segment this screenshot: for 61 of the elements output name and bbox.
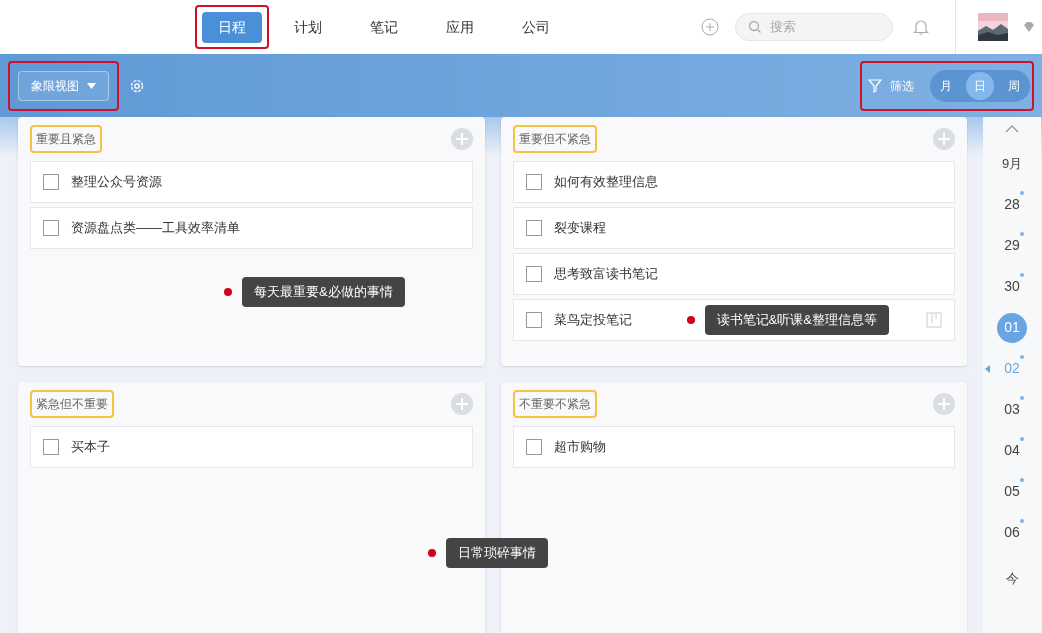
date-item[interactable]: 04: [997, 435, 1027, 466]
task-row[interactable]: 裂变课程: [512, 207, 955, 249]
search-icon: [748, 20, 762, 34]
task-row[interactable]: 整理公众号资源: [30, 161, 473, 203]
task-text: 超市购物: [553, 438, 606, 457]
date-item[interactable]: 30: [997, 271, 1027, 302]
date-item[interactable]: 05: [997, 476, 1027, 507]
task-row[interactable]: 如何有效整理信息: [512, 161, 955, 203]
task-text: 菜鸟定投笔记: [553, 311, 632, 330]
diamond-icon[interactable]: [1024, 22, 1034, 32]
nav-tab[interactable]: 笔记: [354, 11, 414, 43]
add-icon[interactable]: [701, 18, 719, 36]
caret-icon: [87, 83, 96, 89]
annotation-note: 日常琐碎事情: [446, 538, 548, 568]
task-row[interactable]: 买本子: [30, 426, 473, 468]
task-text: 买本子: [71, 438, 110, 457]
checkbox[interactable]: [43, 220, 59, 236]
nav-tab[interactable]: 应用: [430, 11, 490, 43]
checkbox[interactable]: [43, 174, 59, 190]
quadrant-title: 重要且紧急: [30, 125, 102, 153]
quadrant-title: 不重要不紧急: [512, 390, 597, 418]
add-icon[interactable]: [450, 393, 473, 415]
settings-icon[interactable]: [129, 78, 145, 94]
chevron-up-icon[interactable]: [1005, 125, 1019, 133]
task-row[interactable]: 超市购物: [512, 426, 955, 468]
note-marker: [224, 287, 232, 296]
task-text: 裂变课程: [553, 219, 606, 238]
checkbox[interactable]: [525, 312, 542, 328]
nav-tab[interactable]: 公司: [506, 11, 566, 43]
task-row[interactable]: 资源盘点类——工具效率清单: [30, 207, 473, 249]
board-icon[interactable]: [926, 312, 942, 328]
annotation-note: 读书笔记&听课&整理信息等: [704, 305, 889, 335]
add-icon[interactable]: [933, 128, 955, 150]
checkbox[interactable]: [525, 174, 542, 190]
date-item[interactable]: 今: [997, 558, 1027, 589]
quadrant-title: 紧急但不重要: [30, 390, 114, 418]
quadrant-title: 重要但不紧急: [512, 125, 597, 153]
nav-tab[interactable]: 计划: [278, 11, 338, 43]
date-item[interactable]: 9月: [997, 148, 1027, 179]
add-icon[interactable]: [450, 128, 473, 150]
task-text: 整理公众号资源: [71, 173, 162, 192]
checkbox[interactable]: [43, 439, 59, 455]
date-item[interactable]: 06: [997, 517, 1027, 548]
note-marker: [686, 315, 695, 324]
add-icon[interactable]: [933, 393, 955, 415]
checkbox[interactable]: [525, 266, 542, 282]
date-item[interactable]: 03: [997, 394, 1027, 425]
checkbox[interactable]: [525, 439, 542, 455]
task-text: 资源盘点类——工具效率清单: [71, 219, 240, 238]
task-text: 思考致富读书笔记: [553, 265, 658, 284]
checkbox[interactable]: [525, 220, 542, 236]
search-input[interactable]: 搜索: [770, 17, 870, 37]
note-marker: [428, 548, 436, 557]
search-field[interactable]: 搜索: [735, 13, 893, 41]
task-text: 如何有效整理信息: [553, 173, 658, 192]
filter-icon[interactable]: [868, 79, 882, 93]
task-row[interactable]: 思考致富读书笔记: [512, 253, 955, 295]
bell-icon[interactable]: [913, 18, 929, 36]
date-item[interactable]: 28: [997, 189, 1027, 220]
annotation-note: 每天最重要&必做的事情: [242, 277, 405, 307]
date-item[interactable]: 29: [997, 230, 1027, 261]
